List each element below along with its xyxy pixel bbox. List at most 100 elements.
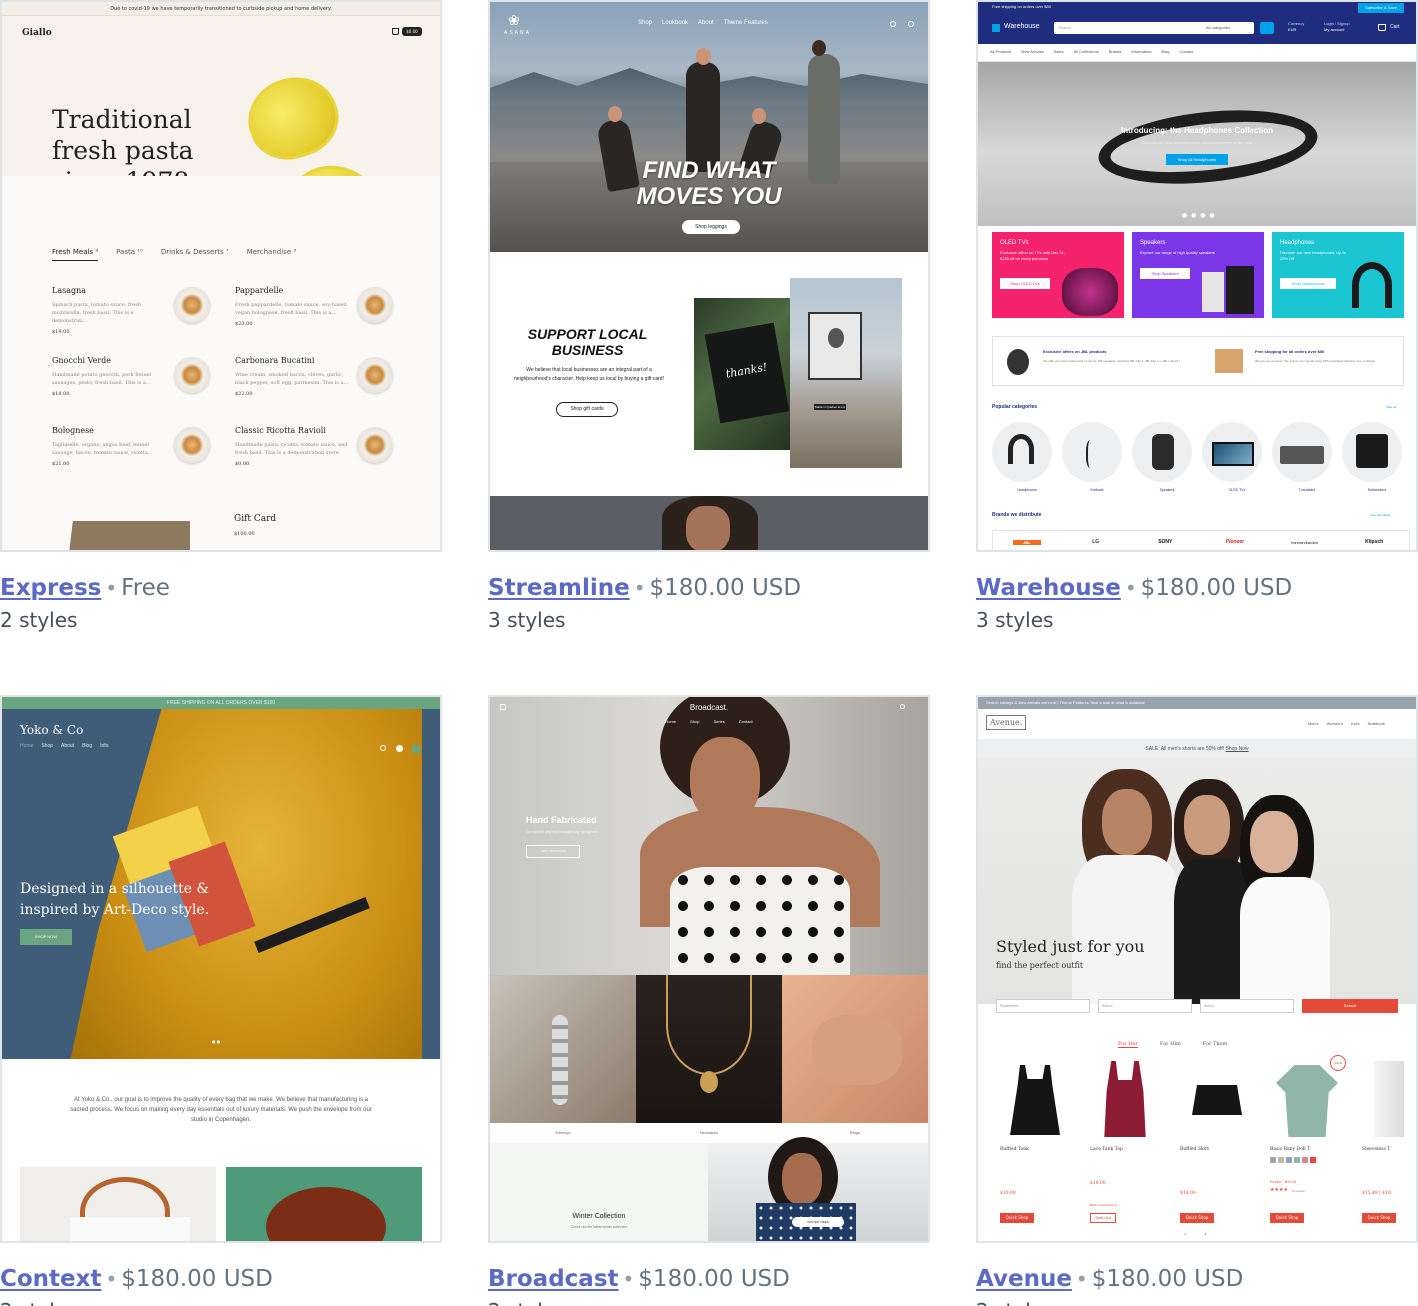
nav-info[interactable]: Info <box>100 743 108 749</box>
swatch[interactable] <box>1302 1157 1308 1163</box>
nav-about[interactable]: About <box>698 20 714 26</box>
nav-item[interactable]: Contact <box>1179 49 1193 56</box>
menu-item[interactable]: Carbonara Bucatini Wine cream, smoked ba… <box>235 356 350 397</box>
theme-link-context[interactable]: Context <box>0 1266 101 1292</box>
theme-link-avenue[interactable]: Avenue <box>976 1266 1072 1292</box>
slide-dots[interactable]: ● ● ● ● <box>1182 212 1216 219</box>
nav-item[interactable]: Blog <box>1161 49 1169 56</box>
nav-item[interactable]: Information <box>1131 49 1151 56</box>
swatch[interactable] <box>1310 1157 1316 1163</box>
nav-theme-features[interactable]: Theme Features <box>724 20 768 26</box>
nav-item[interactable]: All Products <box>990 49 1011 56</box>
label-earrings[interactable]: Earrings <box>490 1123 636 1143</box>
menu-item[interactable]: Classic Ricotta Ravioli Handmade pasta, … <box>235 426 350 467</box>
nav-item[interactable]: New Arrivals <box>1021 49 1043 56</box>
nav-shop[interactable]: Shop <box>638 20 652 26</box>
hero-cta-button[interactable]: Shop All Headphones <box>1166 154 1228 165</box>
nav-item[interactable]: Brands <box>1109 49 1122 56</box>
brand-lg[interactable]: LG <box>1061 539 1131 545</box>
tab-pasta[interactable]: Pasta ¹⁰ <box>116 248 143 261</box>
nav-lookbook[interactable]: Lookbook <box>662 20 688 26</box>
menu-item[interactable]: Gnocchi Verde Handmade potato gnocchi, p… <box>52 356 167 397</box>
promo-headphones[interactable]: Headphones Discover our new headphones. … <box>1272 232 1404 318</box>
tab-for-him[interactable]: For Him <box>1160 1041 1181 1048</box>
nav-shop[interactable]: Shop <box>690 719 699 724</box>
nav-item[interactable]: Sales <box>1054 49 1064 56</box>
color-select[interactable]: Select... <box>1200 999 1294 1013</box>
menu-item[interactable]: Lasagna Spinach pasta, tomato sauce, fre… <box>52 286 167 335</box>
nav-kids[interactable]: Kid's <box>1351 721 1360 726</box>
winter-photo[interactable]: WINTER VIBES <box>708 1137 928 1241</box>
nav-series[interactable]: Series <box>713 719 724 724</box>
rings-photo[interactable] <box>782 975 928 1123</box>
theme-link-streamline[interactable]: Streamline <box>488 575 630 601</box>
product-card[interactable]: Ruffled Skirt $14.00 Quick Shop <box>1176 1055 1258 1235</box>
label-necklaces[interactable]: Necklaces <box>636 1123 782 1143</box>
nav-contact[interactable]: Contact <box>739 719 753 724</box>
earrings-photo[interactable] <box>490 975 636 1123</box>
gift-cards-button[interactable]: Shop gift cards <box>556 402 618 417</box>
view-products-button[interactable]: VIEW PRODUCTS <box>526 845 580 858</box>
theme-link-broadcast[interactable]: Broadcast <box>488 1266 619 1292</box>
nav-shop[interactable]: Shop <box>41 743 53 749</box>
category-select[interactable]: All categories <box>1206 25 1230 30</box>
nav-mens[interactable]: Men's <box>1308 721 1319 726</box>
nav-notebook[interactable]: Notebook <box>1368 721 1385 726</box>
quick-shop-button[interactable]: Quick Shop <box>1270 1213 1304 1223</box>
search-button[interactable] <box>1260 22 1274 34</box>
nav-home[interactable]: Home <box>20 743 33 749</box>
search-button[interactable]: Search <box>1302 999 1398 1013</box>
product-card[interactable]: Ruffled Tank $19.00 Quick Shop <box>996 1055 1078 1235</box>
cart-icon[interactable] <box>1378 24 1386 31</box>
promo-button[interactable]: Shop Headphones <box>1280 278 1336 289</box>
tab-drinks[interactable]: Drinks & Desserts ⁷ <box>161 248 229 261</box>
theme-preview-express[interactable]: Due to covid-19 we have temporarily tran… <box>0 0 442 552</box>
nav-home[interactable]: Home <box>665 719 676 724</box>
menu-item[interactable]: Pappardelle Fresh pappardelle, tomato sa… <box>235 286 350 327</box>
search-box[interactable]: Search... All categories <box>1054 22 1254 34</box>
brand-sony[interactable]: SONY <box>1130 539 1200 545</box>
color-swatches[interactable] <box>1270 1157 1316 1163</box>
tab-merchandise[interactable]: Merchandise ³ <box>247 248 296 261</box>
swatch[interactable] <box>1270 1157 1276 1163</box>
theme-preview-avenue[interactable]: Search savings & view arrivals are here … <box>976 695 1418 1243</box>
carousel-arrows[interactable]: ‹ › <box>1184 1231 1215 1238</box>
swatch[interactable] <box>1278 1157 1284 1163</box>
nav-about[interactable]: About <box>61 743 74 749</box>
menu-item[interactable]: Bolognese Tagliatelle, organic angus bee… <box>52 426 167 467</box>
offer-box[interactable]: Exclusive offers on JBL products We offe… <box>992 336 1404 386</box>
brand-harman[interactable]: harman/kardon <box>1270 540 1340 545</box>
hero-cta-button[interactable]: Shop leggings <box>682 220 740 234</box>
department-select[interactable]: Department... <box>996 999 1090 1013</box>
tab-fresh-meals[interactable]: Fresh Meals ⁹ <box>52 248 99 261</box>
product-card[interactable]: SALE Basic Baby Doll T From - $8.00 ★★★★… <box>1266 1055 1348 1235</box>
search-icon[interactable] <box>380 745 386 751</box>
menu-icon[interactable] <box>500 704 506 710</box>
account-icon[interactable] <box>396 745 403 752</box>
account-link[interactable]: Login / Signup My account <box>1324 21 1350 33</box>
nav-womens[interactable]: Women's <box>1327 721 1343 726</box>
theme-preview-broadcast[interactable]: Broadcast. Home Shop Series Contact Hand… <box>488 695 930 1243</box>
brand-pioneer[interactable]: Pioneer <box>1200 539 1270 545</box>
theme-preview-context[interactable]: FREE SHIPPING ON ALL ORDERS OVER $100 Yo… <box>0 695 442 1243</box>
necklaces-photo[interactable] <box>636 975 782 1123</box>
shop-now-button[interactable]: SHOP NOW <box>20 929 72 945</box>
nav-blog[interactable]: Blog <box>82 743 92 749</box>
promo-button[interactable]: Shop Speakers <box>1140 268 1190 279</box>
promo-button[interactable]: Shop OLED TVs <box>1000 278 1050 289</box>
subscribe-button[interactable]: Subscribe & Save <box>1358 3 1404 13</box>
winter-vibes-button[interactable]: WINTER VIBES <box>792 1217 844 1227</box>
theme-preview-warehouse[interactable]: Free shipping on orders over $80 Subscri… <box>976 0 1418 552</box>
product-card[interactable]: Lace Tank Top $18.00 Back in stock May 6… <box>1086 1055 1168 1235</box>
quick-shop-button[interactable]: Quick Shop <box>1362 1213 1396 1223</box>
size-select[interactable]: Select... <box>1098 999 1192 1013</box>
swatch[interactable] <box>1286 1157 1292 1163</box>
search-icon[interactable] <box>900 704 905 709</box>
shop-now-link[interactable]: Shop Now <box>1226 746 1249 752</box>
product-card[interactable]: Sleeveless T $15.49 | $19. Quick Shop <box>1356 1055 1416 1235</box>
slide-dots[interactable]: ● ● <box>212 1039 220 1044</box>
view-all-link[interactable]: View all <box>1386 405 1396 409</box>
tab-for-her[interactable]: For Her <box>1118 1041 1138 1048</box>
currency-switch[interactable]: Currency EUR <box>1288 21 1304 33</box>
search-input[interactable]: Search... <box>1058 25 1074 30</box>
